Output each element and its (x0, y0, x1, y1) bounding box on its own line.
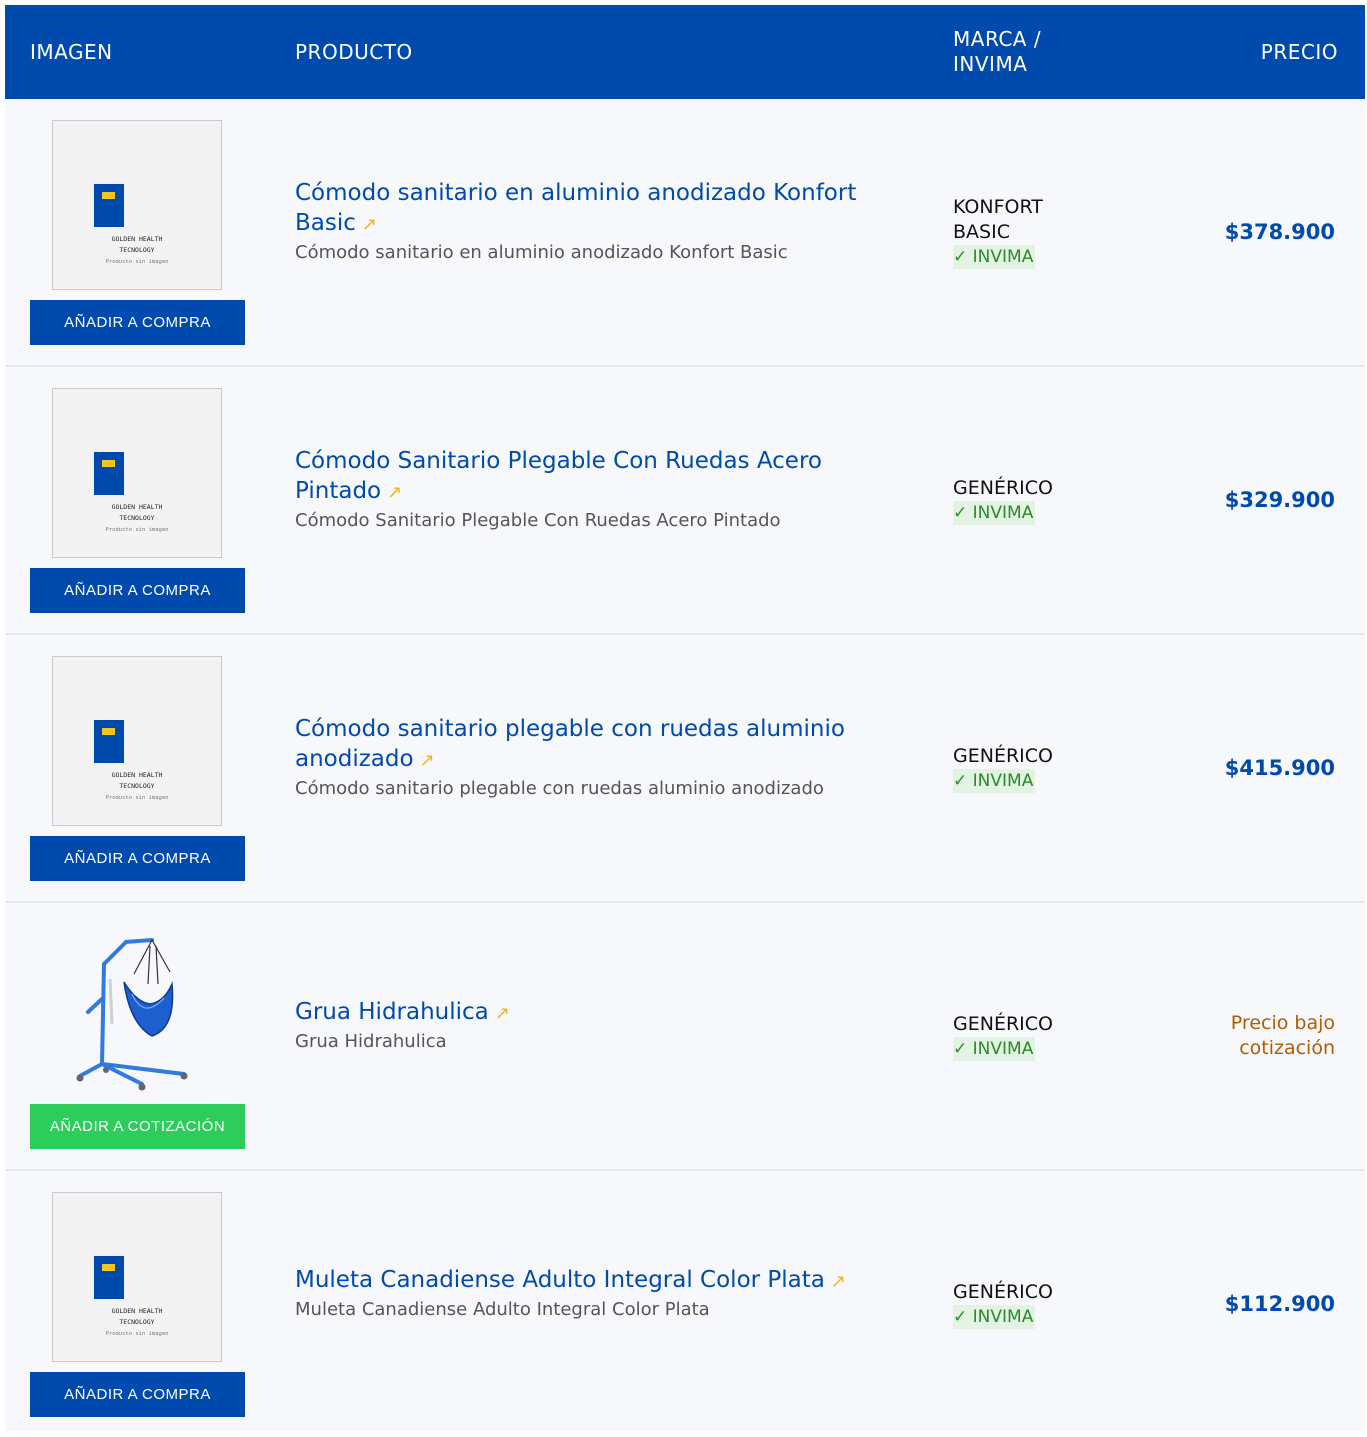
price-cell: $112.900 (1225, 1171, 1335, 1437)
add-to-purchase-button[interactable]: AÑADIR A COMPRA (30, 836, 245, 881)
product-title[interactable]: Cómodo sanitario plegable con ruedas alu… (295, 716, 845, 772)
product-cell: Muleta Canadiense Adulto Integral Color … (295, 1171, 915, 1417)
brand-name: GENÉRICO (953, 476, 1053, 499)
product-image-placeholder: GOLDEN HEALTH TECNOLOGY Producto sin ima… (52, 388, 222, 558)
external-link-icon[interactable]: ↗ (420, 750, 435, 771)
brand-cell: GENÉRICO ✓ INVIMA (953, 367, 1093, 633)
hydraulic-lift-image (76, 938, 188, 1091)
header-brand-invima: MARCA / INVIMA (953, 27, 1042, 76)
product-title[interactable]: Muleta Canadiense Adulto Integral Color … (295, 1267, 825, 1293)
brand-cell: KONFORT BASIC ✓ INVIMA (953, 99, 1093, 365)
price-value: $329.900 (1224, 488, 1335, 512)
brand-name: GENÉRICO (953, 1280, 1053, 1303)
price-value: $112.900 (1224, 1292, 1335, 1316)
add-to-purchase-button[interactable]: AÑADIR A COMPRA (30, 568, 245, 613)
external-link-icon[interactable]: ↗ (387, 482, 402, 503)
table-row: GOLDEN HEALTH TECNOLOGY Producto sin ima… (5, 635, 1365, 903)
add-to-purchase-button[interactable]: AÑADIR A COMPRA (30, 300, 245, 345)
price-on-quote: Precio bajo cotización (1230, 1012, 1335, 1059)
brand-name: KONFORT BASIC (953, 196, 1043, 243)
product-description: Muleta Canadiense Adulto Integral Color … (295, 1299, 710, 1320)
invima-badge: ✓ INVIMA (953, 245, 1036, 269)
product-cell: Cómodo sanitario en aluminio anodizado K… (295, 99, 915, 345)
product-link[interactable]: Cómodo Sanitario Plegable Con Ruedas Ace… (295, 446, 915, 508)
product-link[interactable]: Muleta Canadiense Adulto Integral Color … (295, 1265, 915, 1297)
table-row: GOLDEN HEALTH TECNOLOGY Producto sin ima… (5, 99, 1365, 367)
product-image-placeholder: GOLDEN HEALTH TECNOLOGY Producto sin ima… (52, 120, 222, 290)
brand-cell: GENÉRICO ✓ INVIMA (953, 903, 1093, 1169)
placeholder-subtitle: Producto sin imagen (105, 527, 169, 533)
header-price: PRECIO (1260, 39, 1338, 64)
product-cell: Cómodo Sanitario Plegable Con Ruedas Ace… (295, 367, 915, 613)
placeholder-title: GOLDEN HEALTH TECNOLOGY (111, 771, 163, 790)
price-value: $378.900 (1224, 220, 1335, 244)
product-title[interactable]: Cómodo sanitario en aluminio anodizado K… (295, 180, 856, 236)
price-value: $415.900 (1224, 756, 1335, 780)
invima-badge: ✓ INVIMA (953, 500, 1036, 525)
placeholder-subtitle: Producto sin imagen (105, 1331, 169, 1337)
table-row: GOLDEN HEALTH TECNOLOGY Producto sin ima… (5, 367, 1365, 635)
price-cell: $415.900 (1225, 635, 1335, 901)
product-link[interactable]: Grua Hidrahulica ↗ (295, 997, 915, 1029)
invima-badge: ✓ INVIMA (953, 768, 1036, 793)
product-description: Grua Hidrahulica (295, 1031, 447, 1052)
product-title[interactable]: Cómodo Sanitario Plegable Con Ruedas Ace… (295, 448, 822, 504)
product-link[interactable]: Cómodo sanitario en aluminio anodizado K… (295, 178, 915, 240)
header-image: IMAGEN (30, 39, 113, 64)
external-link-icon[interactable]: ↗ (362, 214, 377, 235)
table-row: AÑADIR A COTIZACIÓN Grua Hidrahulica ↗ Gr… (5, 903, 1365, 1171)
brand-name: GENÉRICO (953, 1012, 1053, 1035)
product-description: Cómodo sanitario plegable con ruedas alu… (295, 778, 824, 799)
invima-badge: ✓ INVIMA (953, 1304, 1036, 1329)
placeholder-subtitle: Producto sin imagen (105, 795, 169, 801)
brand-cell: GENÉRICO ✓ INVIMA (953, 635, 1093, 901)
price-cell: $329.900 (1225, 367, 1335, 633)
external-link-icon[interactable]: ↗ (495, 1003, 510, 1024)
product-image-placeholder: GOLDEN HEALTH TECNOLOGY Producto sin ima… (52, 656, 222, 826)
book-logo-icon (94, 1256, 124, 1299)
placeholder-title: GOLDEN HEALTH TECNOLOGY (111, 1307, 163, 1326)
product-image-placeholder: GOLDEN HEALTH TECNOLOGY Producto sin ima… (52, 1192, 222, 1362)
brand-cell: GENÉRICO ✓ INVIMA (953, 1171, 1093, 1437)
table-row: GOLDEN HEALTH TECNOLOGY Producto sin ima… (5, 1171, 1365, 1431)
add-to-purchase-button[interactable]: AÑADIR A COMPRA (30, 1372, 245, 1417)
product-title[interactable]: Grua Hidrahulica (295, 999, 489, 1025)
invima-badge: ✓ INVIMA (953, 1036, 1036, 1061)
price-cell: $378.900 (1225, 99, 1335, 365)
price-cell: Precio bajo cotización (1195, 903, 1335, 1169)
external-link-icon[interactable]: ↗ (831, 1271, 846, 1292)
product-link[interactable]: Cómodo sanitario plegable con ruedas alu… (295, 714, 915, 776)
book-logo-icon (94, 184, 124, 227)
book-logo-icon (94, 720, 124, 763)
book-logo-icon (94, 452, 124, 495)
product-cell: Cómodo sanitario plegable con ruedas alu… (295, 635, 915, 881)
table-header: IMAGEN PRODUCTO MARCA / INVIMA PRECIO (5, 5, 1365, 99)
brand-name: GENÉRICO (953, 744, 1053, 767)
product-description: Cómodo Sanitario Plegable Con Ruedas Ace… (295, 510, 781, 531)
placeholder-title: GOLDEN HEALTH TECNOLOGY (111, 235, 163, 254)
placeholder-subtitle: Producto sin imagen (105, 259, 169, 265)
product-description: Cómodo sanitario en aluminio anodizado K… (295, 242, 788, 263)
header-product: PRODUCTO (295, 39, 413, 64)
product-table: IMAGEN PRODUCTO MARCA / INVIMA PRECIO GO… (5, 5, 1365, 1431)
add-to-quote-button[interactable]: AÑADIR A COTIZACIÓN (30, 1104, 245, 1149)
placeholder-title: GOLDEN HEALTH TECNOLOGY (111, 503, 163, 522)
product-cell: Grua Hidrahulica ↗ Grua Hidrahulica (295, 903, 915, 1149)
